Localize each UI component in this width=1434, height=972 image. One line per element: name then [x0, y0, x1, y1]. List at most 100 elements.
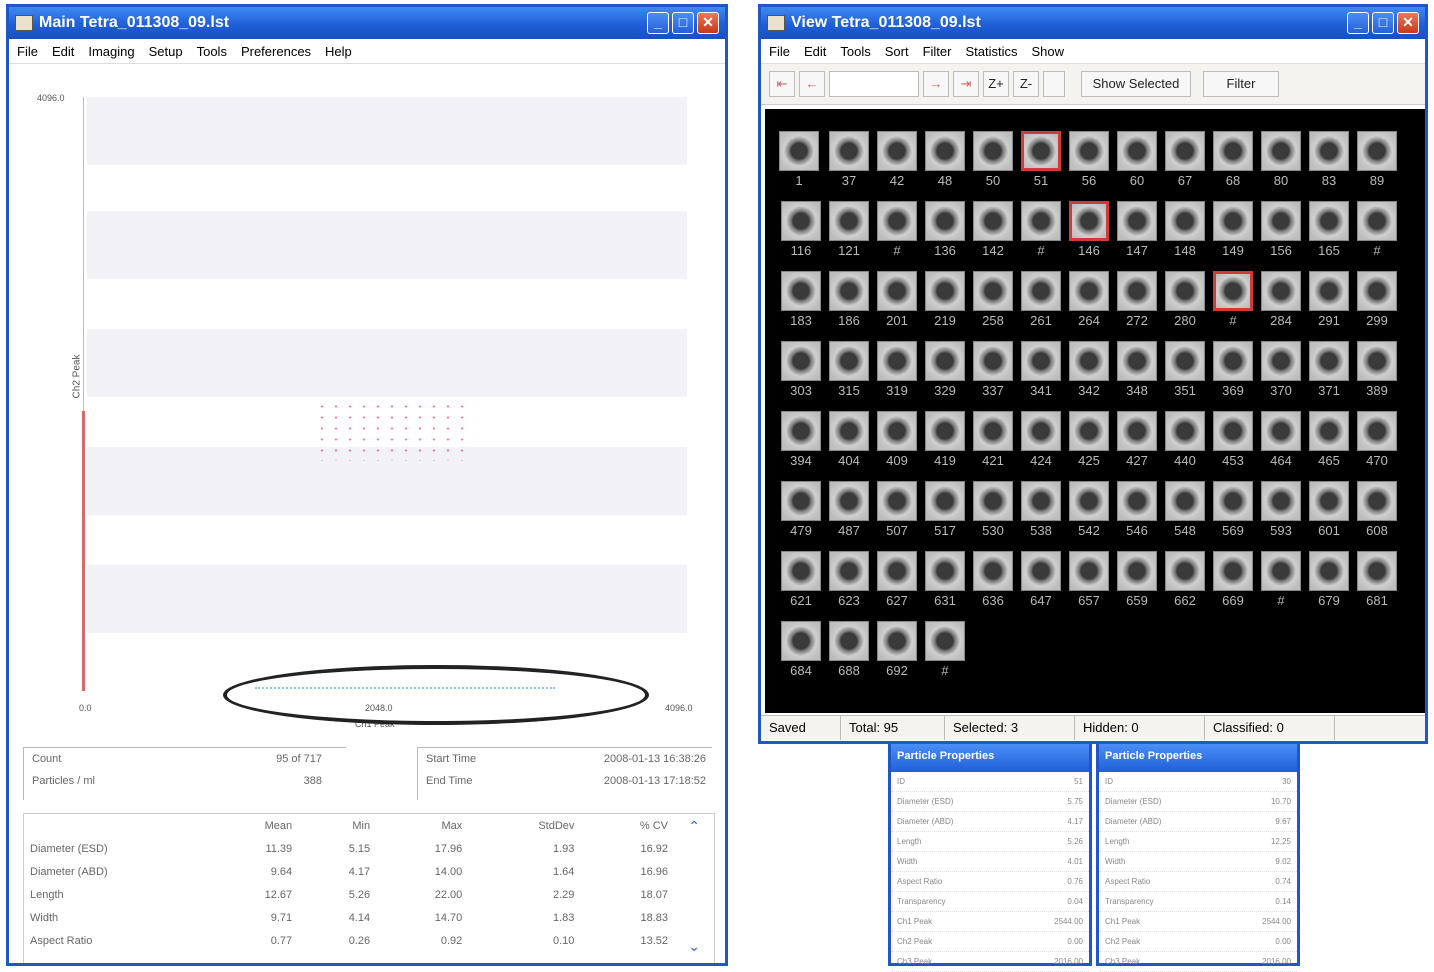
toolbar-spacer-button[interactable] — [1043, 71, 1065, 97]
particle-thumbnail[interactable]: 149 — [1211, 201, 1255, 258]
close-button[interactable]: ✕ — [1397, 12, 1419, 34]
particle-thumbnail[interactable]: 425 — [1067, 411, 1111, 468]
particle-thumbnail[interactable]: 315 — [827, 341, 871, 398]
particle-thumbnail[interactable]: 60 — [1115, 131, 1159, 188]
menu-sort[interactable]: Sort — [885, 44, 909, 59]
maximize-button[interactable]: □ — [1372, 12, 1394, 34]
menu-tools[interactable]: Tools — [840, 44, 870, 59]
particle-thumbnail[interactable]: 50 — [971, 131, 1015, 188]
particle-thumbnail[interactable]: 636 — [971, 551, 1015, 608]
particle-thumbnail[interactable]: 669 — [1211, 551, 1255, 608]
particle-thumbnail[interactable]: 280 — [1163, 271, 1207, 328]
particle-thumbnail[interactable]: 272 — [1115, 271, 1159, 328]
menu-show[interactable]: Show — [1031, 44, 1064, 59]
particle-thumbnail[interactable]: 201 — [875, 271, 919, 328]
last-page-icon[interactable]: ⇥ — [953, 71, 979, 97]
zoom-out-button[interactable]: Z- — [1013, 71, 1039, 97]
close-button[interactable]: ✕ — [697, 12, 719, 34]
particle-thumbnail[interactable]: 631 — [923, 551, 967, 608]
particle-thumbnail[interactable]: 121 — [827, 201, 871, 258]
minimize-button[interactable]: _ — [647, 12, 669, 34]
particle-thumbnail[interactable]: 419 — [923, 411, 967, 468]
particle-thumbnail[interactable]: 679 — [1307, 551, 1351, 608]
particle-thumbnail[interactable]: 621 — [779, 551, 823, 608]
particle-thumbnail[interactable]: 369 — [1211, 341, 1255, 398]
particle-thumbnail[interactable]: # — [923, 621, 967, 678]
particle-thumbnail[interactable]: 258 — [971, 271, 1015, 328]
prev-page-icon[interactable]: ← — [799, 71, 825, 97]
menu-file[interactable]: File — [17, 44, 38, 59]
particle-thumbnail[interactable]: 692 — [875, 621, 919, 678]
zoom-in-button[interactable]: Z+ — [983, 71, 1009, 97]
particle-thumbnail[interactable]: 148 — [1163, 201, 1207, 258]
particle-thumbnail[interactable]: # — [875, 201, 919, 258]
particle-thumbnail[interactable]: 427 — [1115, 411, 1159, 468]
particle-thumbnail[interactable]: 37 — [827, 131, 871, 188]
particle-thumbnail[interactable]: 601 — [1307, 481, 1351, 538]
particle-thumbnail[interactable]: 569 — [1211, 481, 1255, 538]
particle-thumbnail[interactable]: 183 — [779, 271, 823, 328]
particle-thumbnail[interactable]: 538 — [1019, 481, 1063, 538]
menu-filter[interactable]: Filter — [923, 44, 952, 59]
particle-thumbnail[interactable]: 659 — [1115, 551, 1159, 608]
show-selected-button[interactable]: Show Selected — [1081, 71, 1191, 97]
particle-thumbnail[interactable]: 48 — [923, 131, 967, 188]
particle-thumbnail[interactable]: 348 — [1115, 341, 1159, 398]
particle-grid[interactable]: 1 37 42 48 50 51 56 60 67 68 80 83 89 116 121 #136 142 #1… — [765, 109, 1425, 713]
particle-thumbnail[interactable]: 165 — [1307, 201, 1351, 258]
particle-thumbnail[interactable]: 56 — [1067, 131, 1111, 188]
filter-button[interactable]: Filter — [1203, 71, 1279, 97]
menu-statistics[interactable]: Statistics — [965, 44, 1017, 59]
menu-tools[interactable]: Tools — [197, 44, 227, 59]
particle-thumbnail[interactable]: 623 — [827, 551, 871, 608]
menu-file[interactable]: File — [769, 44, 790, 59]
menu-setup[interactable]: Setup — [149, 44, 183, 59]
particle-thumbnail[interactable]: 299 — [1355, 271, 1399, 328]
maximize-button[interactable]: □ — [672, 12, 694, 34]
particle-thumbnail[interactable]: 684 — [779, 621, 823, 678]
particle-thumbnail[interactable]: 465 — [1307, 411, 1351, 468]
scatter-plot[interactable]: 4096.0 Ch2 Peak 0.0 2048.0 4096.0 Ch1 Pe… — [25, 71, 715, 731]
particle-thumbnail[interactable]: # — [1259, 551, 1303, 608]
particle-thumbnail[interactable]: 681 — [1355, 551, 1399, 608]
particle-thumbnail[interactable]: 593 — [1259, 481, 1303, 538]
particle-thumbnail[interactable]: 389 — [1355, 341, 1399, 398]
particle-thumbnail[interactable]: 424 — [1019, 411, 1063, 468]
particle-thumbnail[interactable]: 342 — [1067, 341, 1111, 398]
particle-thumbnail[interactable]: 546 — [1115, 481, 1159, 538]
particle-thumbnail[interactable]: 440 — [1163, 411, 1207, 468]
particle-thumbnail[interactable]: 647 — [1019, 551, 1063, 608]
particle-thumbnail[interactable]: 507 — [875, 481, 919, 538]
particle-thumbnail[interactable]: 548 — [1163, 481, 1207, 538]
menu-preferences[interactable]: Preferences — [241, 44, 311, 59]
menu-edit[interactable]: Edit — [52, 44, 74, 59]
page-input[interactable] — [829, 71, 919, 97]
particle-thumbnail[interactable]: 264 — [1067, 271, 1111, 328]
particle-thumbnail[interactable]: 688 — [827, 621, 871, 678]
particle-thumbnail[interactable]: 464 — [1259, 411, 1303, 468]
particle-thumbnail[interactable]: 303 — [779, 341, 823, 398]
particle-thumbnail[interactable]: 371 — [1307, 341, 1351, 398]
particle-thumbnail[interactable]: # — [1019, 201, 1063, 258]
particle-thumbnail[interactable]: 116 — [779, 201, 823, 258]
particle-thumbnail[interactable]: 42 — [875, 131, 919, 188]
particle-thumbnail[interactable]: 608 — [1355, 481, 1399, 538]
particle-thumbnail[interactable]: 147 — [1115, 201, 1159, 258]
particle-thumbnail[interactable]: 219 — [923, 271, 967, 328]
particle-thumbnail[interactable]: 404 — [827, 411, 871, 468]
particle-thumbnail[interactable]: # — [1211, 271, 1255, 328]
particle-thumbnail[interactable]: 394 — [779, 411, 823, 468]
menu-imaging[interactable]: Imaging — [88, 44, 134, 59]
particle-properties-2[interactable]: Particle Properties ID 30 Diameter (ESD) 1… — [1096, 744, 1300, 972]
particle-thumbnail[interactable]: 284 — [1259, 271, 1303, 328]
particle-thumbnail[interactable]: 68 — [1211, 131, 1255, 188]
particle-thumbnail[interactable]: 351 — [1163, 341, 1207, 398]
scroll-up-icon[interactable]: ⌃ — [688, 818, 700, 835]
particle-thumbnail[interactable]: 627 — [875, 551, 919, 608]
particle-thumbnail[interactable]: 337 — [971, 341, 1015, 398]
particle-thumbnail[interactable]: 479 — [779, 481, 823, 538]
particle-thumbnail[interactable]: 146 — [1067, 201, 1111, 258]
particle-thumbnail[interactable]: 470 — [1355, 411, 1399, 468]
particle-thumbnail[interactable]: 261 — [1019, 271, 1063, 328]
particle-thumbnail[interactable]: 341 — [1019, 341, 1063, 398]
